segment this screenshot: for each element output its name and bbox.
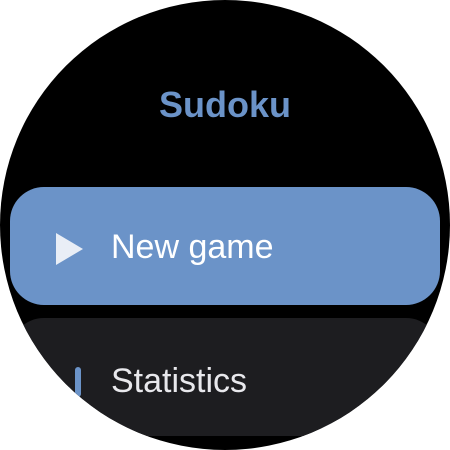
app-title: Sudoku <box>159 84 291 125</box>
new-game-label: New game <box>111 228 274 266</box>
new-game-button[interactable]: New game <box>10 187 440 305</box>
statistics-label: Statistics <box>111 362 248 400</box>
bar-chart-icon <box>55 367 81 397</box>
statistics-button[interactable]: Statistics <box>10 318 440 436</box>
watch-screen: Sudoku New game Statistics <box>0 0 450 450</box>
play-icon <box>56 233 83 265</box>
